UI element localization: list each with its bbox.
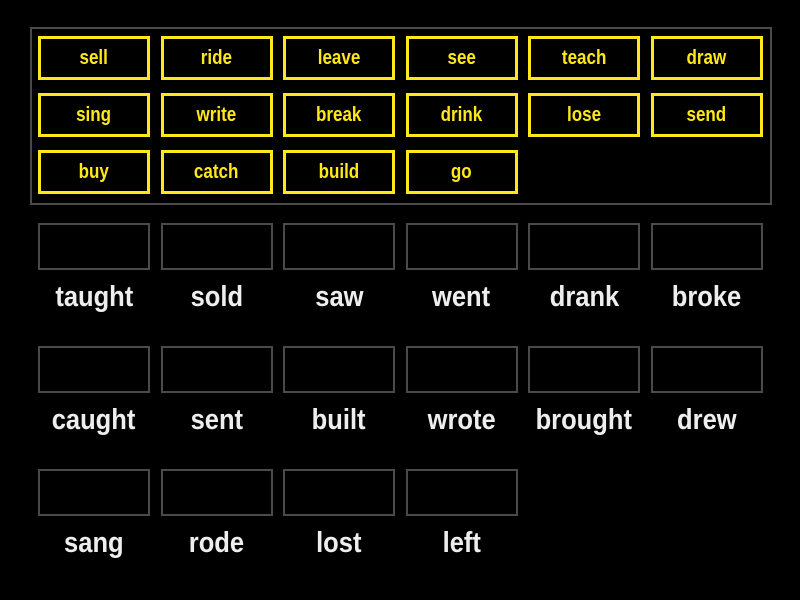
target-label-text: sold: [190, 281, 243, 313]
drop-slot-sold[interactable]: [160, 223, 273, 270]
word-tile-label: write: [196, 103, 237, 126]
target-label-text: brought: [535, 404, 633, 436]
target-label-wrote: wrote: [406, 403, 518, 437]
target-label-drank: drank: [528, 280, 640, 314]
word-tile-label: build: [318, 160, 360, 183]
word-tile-buy[interactable]: buy: [38, 150, 150, 194]
target-label-text: sent: [190, 404, 243, 436]
target-label-caught: caught: [38, 403, 150, 437]
word-tile-see[interactable]: see: [405, 36, 518, 80]
word-tile-label: teach: [561, 46, 607, 69]
drop-slot-sang[interactable]: [38, 469, 150, 516]
target-label-text: went: [432, 281, 491, 313]
word-tile-label: drink: [440, 103, 483, 126]
word-tile-label: break: [316, 103, 362, 126]
word-tile-write[interactable]: write: [160, 93, 273, 137]
target-label-lost: lost: [283, 526, 395, 560]
word-tile-label: send: [686, 103, 727, 126]
target-label-text: sang: [64, 527, 124, 559]
word-tile-sell[interactable]: sell: [38, 36, 150, 80]
word-tile-ride[interactable]: ride: [160, 36, 273, 80]
target-label-went: went: [406, 280, 518, 314]
word-tile-build[interactable]: build: [283, 150, 395, 194]
word-tile-label: catch: [194, 160, 239, 183]
drop-slot-broke[interactable]: [650, 223, 763, 270]
drop-slot-left[interactable]: [405, 469, 518, 516]
word-tile-sing[interactable]: sing: [38, 93, 150, 137]
word-tile-send[interactable]: send: [650, 93, 763, 137]
word-tile-label: ride: [200, 46, 233, 69]
drop-slot-sent[interactable]: [160, 346, 273, 393]
drop-slot-went[interactable]: [405, 223, 518, 270]
target-label-text: left: [442, 527, 481, 559]
word-tile-lose[interactable]: lose: [528, 93, 640, 137]
target-label-rode: rode: [161, 526, 273, 560]
drop-slot-built[interactable]: [283, 346, 395, 393]
word-tile-break[interactable]: break: [283, 93, 395, 137]
word-tile-label: sing: [76, 103, 112, 126]
target-label-text: wrote: [427, 404, 496, 436]
word-tile-drink[interactable]: drink: [405, 93, 518, 137]
target-label-text: broke: [671, 281, 742, 313]
word-tile-teach[interactable]: teach: [528, 36, 640, 80]
drop-slot-rode[interactable]: [160, 469, 273, 516]
target-label-text: saw: [314, 281, 364, 313]
word-tile-leave[interactable]: leave: [283, 36, 395, 80]
target-label-text: lost: [316, 527, 362, 559]
target-label-text: caught: [52, 404, 136, 436]
target-label-text: taught: [55, 281, 133, 313]
target-label-sold: sold: [161, 280, 273, 314]
target-label-text: rode: [188, 527, 245, 559]
drop-slot-lost[interactable]: [283, 469, 395, 516]
target-label-text: built: [312, 404, 366, 436]
target-label-saw: saw: [283, 280, 395, 314]
target-label-broke: broke: [651, 280, 763, 314]
word-tile-go[interactable]: go: [405, 150, 518, 194]
drop-slot-saw[interactable]: [283, 223, 395, 270]
word-tile-label: leave: [317, 46, 361, 69]
word-tile-label: lose: [566, 103, 602, 126]
target-label-drew: drew: [651, 403, 763, 437]
word-tile-label: see: [447, 46, 476, 69]
drop-slot-drank[interactable]: [528, 223, 640, 270]
word-tile-draw[interactable]: draw: [650, 36, 763, 80]
drop-slot-brought[interactable]: [528, 346, 640, 393]
target-label-taught: taught: [38, 280, 150, 314]
target-label-sent: sent: [161, 403, 273, 437]
target-label-text: drew: [676, 404, 737, 436]
drop-slot-wrote[interactable]: [405, 346, 518, 393]
drop-slot-caught[interactable]: [38, 346, 150, 393]
target-label-text: drank: [549, 281, 619, 313]
word-tile-label: go: [451, 160, 472, 183]
word-tile-catch[interactable]: catch: [160, 150, 273, 194]
target-label-brought: brought: [528, 403, 640, 437]
drop-slot-drew[interactable]: [650, 346, 763, 393]
target-label-left: left: [406, 526, 518, 560]
word-tile-label: sell: [79, 46, 109, 69]
target-label-sang: sang: [38, 526, 150, 560]
target-label-built: built: [283, 403, 395, 437]
word-tile-label: buy: [78, 160, 110, 183]
drop-slot-taught[interactable]: [38, 223, 150, 270]
word-tile-label: draw: [686, 46, 727, 69]
